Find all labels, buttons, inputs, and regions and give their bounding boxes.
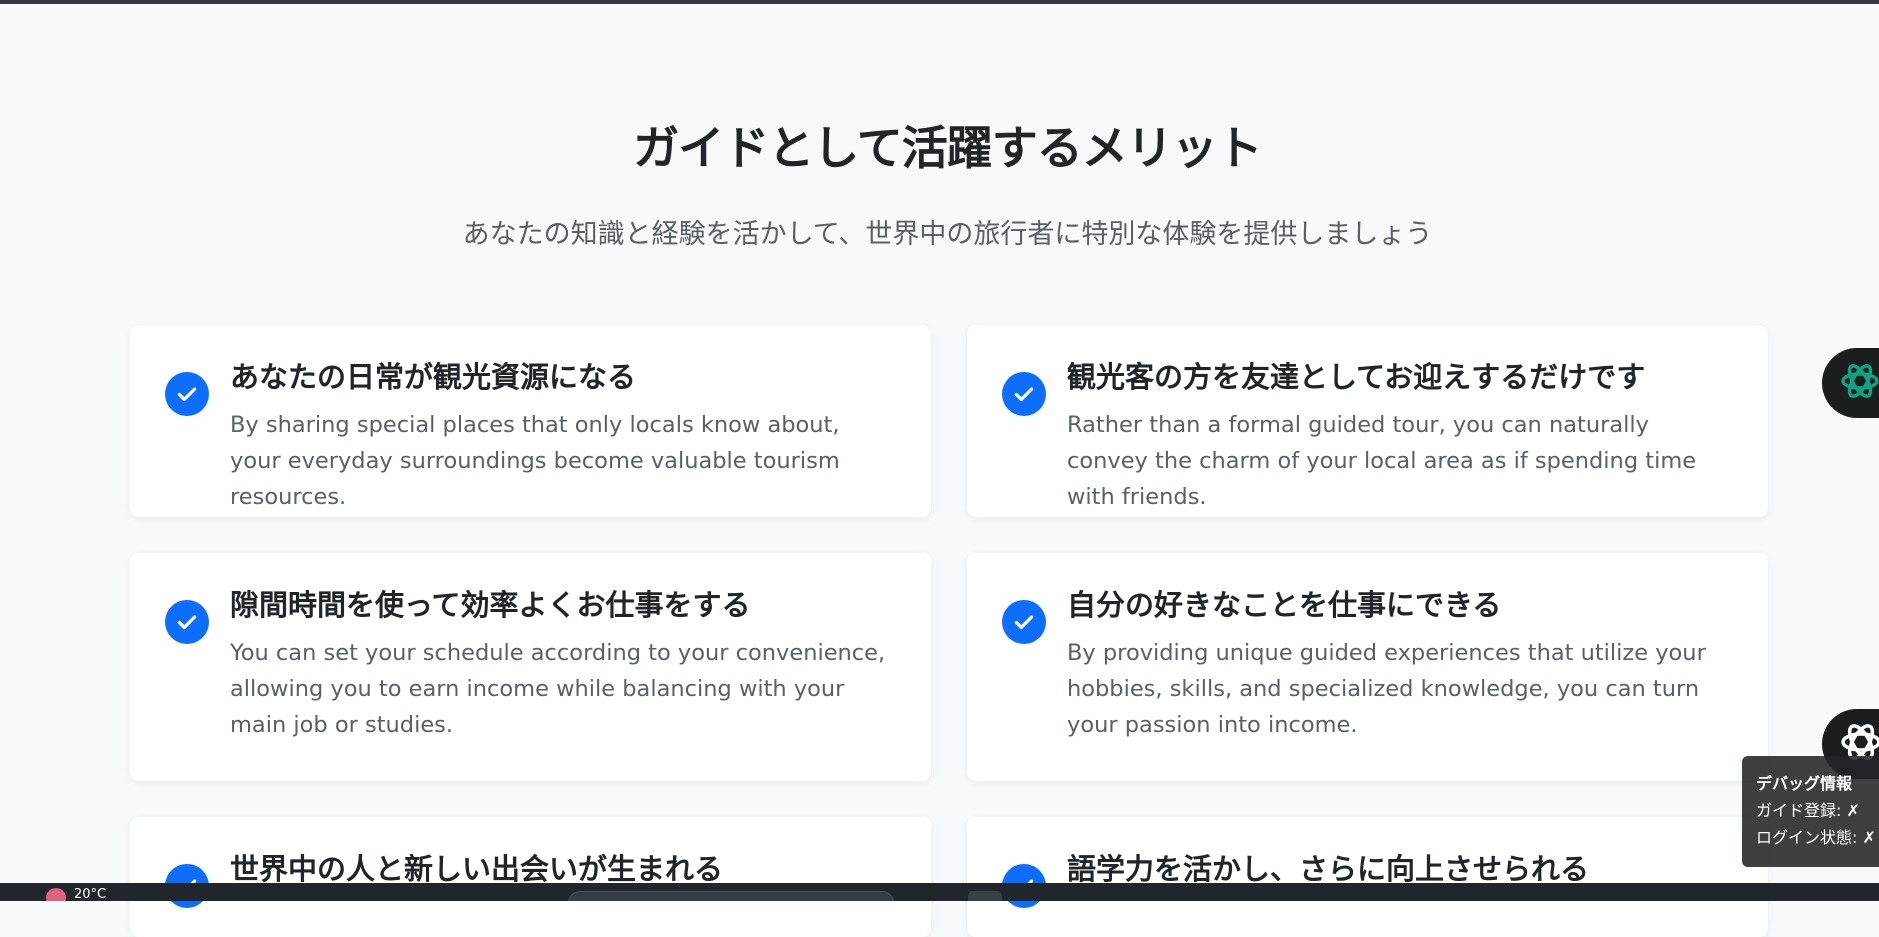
benefit-title: 観光客の方を友達としてお迎えするだけです	[1067, 360, 1646, 394]
section-subtitle: あなたの知識と経験を活かして、世界中の旅行者に特別な体験を提供しましょう	[462, 219, 1433, 250]
benefit-description: Rather than a formal guided tour, you ca…	[1067, 411, 1697, 510]
taskbar-app-icon[interactable]	[1046, 891, 1080, 901]
weather-temperature[interactable]: 20°C	[74, 887, 106, 901]
benefit-card: 観光客の方を友達としてお迎えするだけです Rather than a forma…	[967, 325, 1768, 517]
top-border	[0, 0, 1879, 4]
benefit-card: 語学力を活かし、さらに向上させられる	[967, 817, 1768, 937]
benefit-description: By sharing special places that only loca…	[230, 411, 840, 510]
chatgpt-floating-button[interactable]	[1822, 348, 1879, 418]
debug-title: デバッグ情報	[1756, 774, 1853, 793]
benefit-title: 自分の好きなことを仕事にできる	[1067, 588, 1502, 622]
check-circle-icon	[165, 372, 209, 416]
debug-panel: デバッグ情報 ガイド登録: ✗ ログイン状態: ✗	[1742, 756, 1879, 867]
benefit-description: You can set your schedule according to y…	[230, 639, 886, 738]
weather-icon[interactable]	[46, 888, 66, 901]
taskbar: 20°C	[0, 883, 1879, 901]
section-title: ガイドとして活躍するメリット	[633, 121, 1263, 175]
taskbar-app-icon[interactable]	[968, 891, 1002, 901]
benefit-card: 自分の好きなことを仕事にできる By providing unique guid…	[967, 553, 1768, 781]
benefit-title: 隙間時間を使って効率よくお仕事をする	[230, 588, 751, 622]
debug-login-status: ログイン状態: ✗	[1756, 828, 1876, 847]
taskbar-search[interactable]	[568, 891, 894, 901]
taskbar-app-icon[interactable]	[918, 891, 952, 901]
benefit-title: あなたの日常が観光資源になる	[230, 360, 637, 394]
check-circle-icon	[1002, 600, 1046, 644]
benefit-description: By providing unique guided experiences t…	[1067, 639, 1706, 738]
benefit-card: 隙間時間を使って効率よくお仕事をする You can set your sche…	[130, 553, 931, 781]
chatgpt-icon	[1838, 359, 1879, 407]
debug-guide-registration: ガイド登録: ✗	[1756, 801, 1860, 820]
check-circle-icon	[1002, 372, 1046, 416]
benefit-card: 世界中の人と新しい出会いが生まれる	[130, 817, 931, 937]
check-circle-icon	[165, 600, 209, 644]
benefit-card: あなたの日常が観光資源になる By sharing special places…	[130, 325, 931, 517]
